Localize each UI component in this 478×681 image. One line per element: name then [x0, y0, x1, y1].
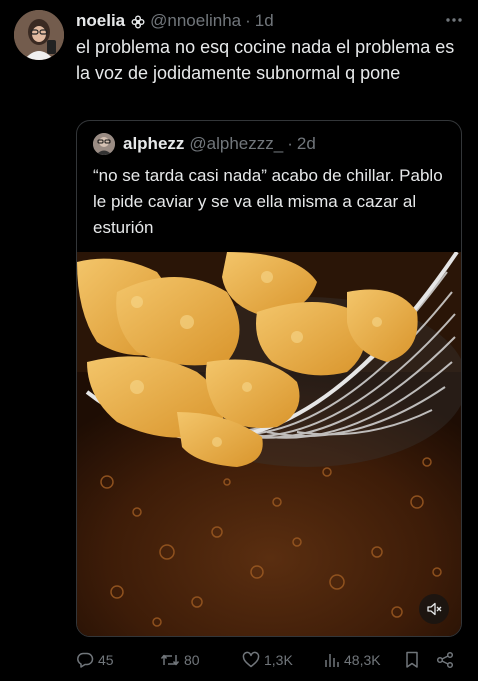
flower-icon — [131, 14, 145, 29]
author-name[interactable]: noelia — [76, 11, 125, 31]
quote-time: 2d — [296, 134, 316, 153]
action-bar: 45 80 1,3K 48,3K — [76, 648, 464, 672]
like-button[interactable]: 1,3K — [242, 651, 293, 669]
quote-separator: · — [287, 134, 293, 153]
tweet-text: el problema no esq cocine nada el proble… — [76, 37, 455, 83]
heart-icon — [242, 651, 260, 669]
share-button[interactable] — [436, 651, 454, 669]
views-count: 48,3K — [344, 652, 381, 668]
views-button[interactable]: 48,3K — [324, 652, 381, 668]
quote-author-name[interactable]: alphezz — [123, 134, 184, 154]
reply-count: 45 — [98, 652, 114, 668]
more-icon[interactable] — [444, 10, 464, 35]
author-avatar[interactable] — [14, 10, 64, 60]
video-frame[interactable] — [77, 250, 461, 636]
repost-count: 80 — [184, 652, 200, 668]
bookmark-icon — [404, 651, 420, 669]
separator: · — [245, 11, 251, 30]
reply-button[interactable]: 45 — [76, 651, 114, 669]
quote-header: alphezz @alphezzz_ · 2d — [93, 133, 316, 155]
quote-avatar[interactable] — [93, 133, 115, 155]
reply-icon — [76, 651, 94, 669]
share-icon — [436, 651, 454, 669]
bookmark-button[interactable] — [404, 651, 420, 669]
quote-text: “no se tarda casi nada” acabo de chillar… — [93, 166, 443, 237]
quoted-tweet[interactable]: alphezz @alphezzz_ · 2d “no se tarda cas… — [76, 120, 462, 637]
author-handle[interactable]: @nnoelinha — [150, 11, 241, 31]
repost-icon — [160, 651, 180, 669]
like-count: 1,3K — [264, 652, 293, 668]
quote-author-handle[interactable]: @alphezzz_ — [189, 134, 283, 154]
views-icon — [324, 652, 340, 668]
mute-icon[interactable] — [419, 594, 449, 624]
tweet-header: noelia @nnoelinha · 1d — [76, 10, 464, 32]
repost-button[interactable]: 80 — [160, 651, 200, 669]
tweet-time[interactable]: 1d — [255, 11, 274, 31]
